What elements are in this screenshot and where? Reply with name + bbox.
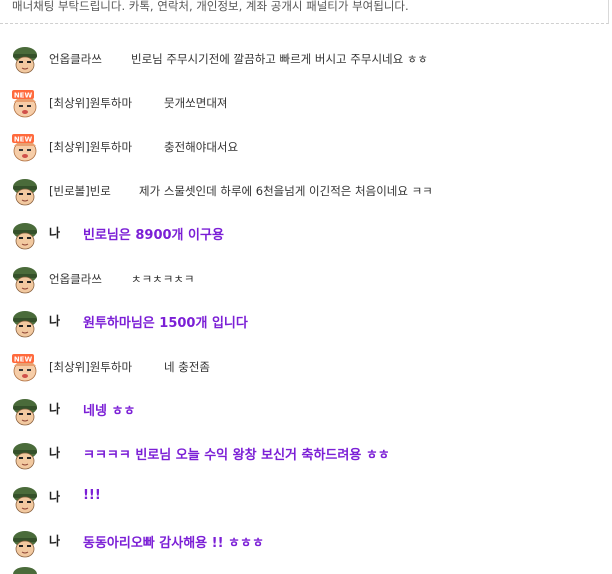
chat-message-mine: 나 빈로님은 8900개 이구용 <box>0 212 612 256</box>
message-text: ㅋㅋㅋㅋ 빈로님 오늘 수익 왕창 보신거 축하드려용 ㅎㅎ <box>83 448 390 463</box>
soldier-avatar-icon <box>13 443 37 470</box>
message-text: 제가 스물셋인데 하루에 6천을넘게 이긴적은 처음이네요 ㅋㅋ <box>139 184 433 198</box>
sender-nick[interactable]: [최상위]원투하마 <box>49 139 132 155</box>
sender-nick[interactable]: 나 <box>49 224 60 241</box>
sender-nick[interactable]: 나 <box>49 532 60 549</box>
chat-message-list: 언옵클라쓰 빈로님 주무시기전에 깔끔하고 빠르게 버시고 주무시네요 ㅎㅎ N… <box>0 36 612 564</box>
chat-message-mine: 나 원투하마님은 1500개 입니다 <box>0 300 612 344</box>
message-text: 빈로님 주무시기전에 깔끔하고 빠르게 버시고 주무시네요 ㅎㅎ <box>131 52 429 66</box>
notice-text: 매너채팅 부탁드립니다. 카톡, 연락처, 개인정보, 계좌 공개시 패널티가 … <box>12 0 409 13</box>
chat-message-mine: 나 !!! <box>0 476 612 520</box>
chat-message-mine: 나 네넹 ㅎㅎ <box>0 388 612 432</box>
sender-nick[interactable]: [최상위]원투하마 <box>49 359 132 375</box>
message-text: 충전해야대서요 <box>164 140 239 154</box>
message-text: 뭇개쏘면대져 <box>164 96 228 110</box>
sender-nick[interactable]: 나 <box>49 400 60 417</box>
svg-text:NEW: NEW <box>14 136 33 144</box>
chat-message-mine: 나 ㅋㅋㅋㅋ 빈로님 오늘 수익 왕창 보신거 축하드려용 ㅎㅎ <box>0 432 612 476</box>
soldier-avatar-icon <box>13 531 37 558</box>
sender-nick[interactable]: [최상위]원투하마 <box>49 95 132 111</box>
message-text: ㅊㅋㅊㅋㅊㅋ <box>131 272 195 286</box>
message-text: 네 충전좀 <box>164 360 210 374</box>
new-badge-avatar-icon: NEW <box>12 134 37 162</box>
chat-message: NEW [최상위]원투하마 뭇개쏘면대져 <box>0 80 612 124</box>
chat-message-mine: 나 동동아리오빠 감사해용 !! ㅎㅎㅎ <box>0 520 612 564</box>
message-text: 네넹 ㅎㅎ <box>83 404 136 419</box>
sender-nick[interactable]: 언옵클라쓰 <box>49 51 102 67</box>
soldier-avatar-icon <box>13 487 37 514</box>
soldier-avatar-icon <box>13 267 37 294</box>
soldier-avatar-icon <box>13 223 37 250</box>
sender-nick[interactable]: [빈로볼]빈로 <box>49 183 111 199</box>
soldier-avatar-icon <box>13 311 37 338</box>
svg-text:NEW: NEW <box>14 92 33 100</box>
message-text: 빈로님은 8900개 이구용 <box>83 228 224 243</box>
new-badge-avatar-icon: NEW <box>12 90 37 118</box>
message-text: !!! <box>83 488 101 503</box>
chat-message: [빈로볼]빈로 제가 스물셋인데 하루에 6천을넘게 이긴적은 처음이네요 ㅋㅋ <box>0 168 612 212</box>
soldier-avatar-icon <box>13 179 37 206</box>
chat-notice: 매너채팅 부탁드립니다. 카톡, 연락처, 개인정보, 계좌 공개시 패널티가 … <box>0 0 609 24</box>
soldier-avatar-icon <box>13 399 37 426</box>
message-text: 원투하마님은 1500개 입니다 <box>83 316 248 331</box>
chat-message: 언옵클라쓰 빈로님 주무시기전에 깔끔하고 빠르게 버시고 주무시네요 ㅎㅎ <box>0 36 612 80</box>
new-badge-avatar-icon: NEW <box>12 354 37 382</box>
sender-nick[interactable]: 나 <box>49 312 60 329</box>
chat-message: NEW [최상위]원투하마 충전해야대서요 <box>0 124 612 168</box>
partial-avatar-icon <box>13 567 37 574</box>
chat-message: 언옵클라쓰 ㅊㅋㅊㅋㅊㅋ <box>0 256 612 300</box>
sender-nick[interactable]: 나 <box>49 444 60 461</box>
sender-nick[interactable]: 언옵클라쓰 <box>49 271 102 287</box>
chat-message: NEW [최상위]원투하마 네 충전좀 <box>0 344 612 388</box>
sender-nick[interactable]: 나 <box>49 488 60 505</box>
message-text: 동동아리오빠 감사해용 !! ㅎㅎㅎ <box>83 536 264 551</box>
svg-text:NEW: NEW <box>14 356 33 364</box>
soldier-avatar-icon <box>13 47 37 74</box>
